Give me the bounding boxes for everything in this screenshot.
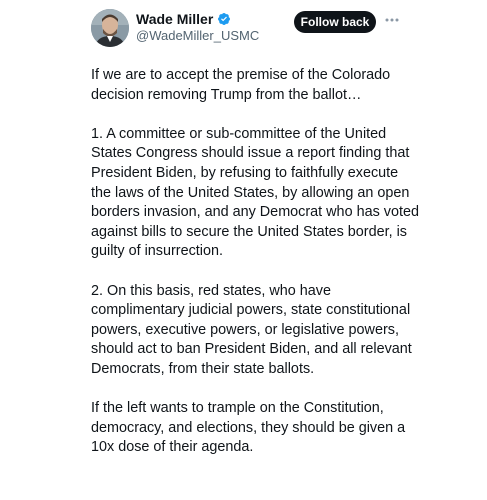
tweet-text: If we are to accept the premise of the C… xyxy=(91,66,421,458)
tweet-paragraph: 1. A committee or sub-committee of the U… xyxy=(91,125,419,260)
author-handle[interactable]: @WadeMiller_USMC xyxy=(136,27,259,45)
author-name-row: Wade Miller xyxy=(136,10,231,28)
tweet-card: Wade Miller @WadeMiller_USMC Follow back… xyxy=(0,0,487,500)
tweet-paragraph: 2. On this basis, red states, who have c… xyxy=(91,282,412,377)
follow-back-button[interactable]: Follow back xyxy=(294,11,376,33)
verified-badge-icon xyxy=(217,12,231,26)
avatar[interactable] xyxy=(91,9,129,47)
tweet-paragraph: If we are to accept the premise of the C… xyxy=(91,67,391,103)
tweet-paragraph: If the left wants to trample on the Cons… xyxy=(91,400,406,456)
user-avatar-photo-icon xyxy=(91,9,129,47)
author-display-name[interactable]: Wade Miller xyxy=(136,10,213,28)
more-dots-icon[interactable] xyxy=(384,13,400,27)
